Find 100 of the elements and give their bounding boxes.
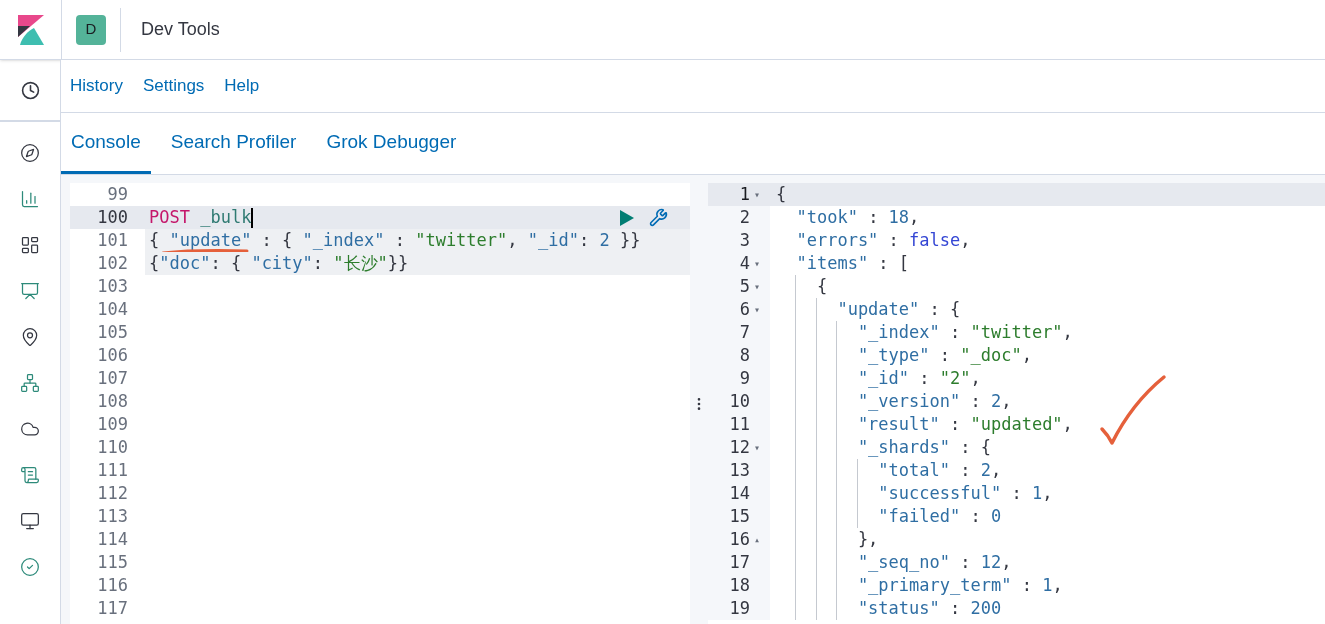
code-token: "_version" xyxy=(857,390,961,413)
map-pin-icon[interactable] xyxy=(20,327,40,347)
line-number: 113 xyxy=(97,506,128,526)
code-token: : xyxy=(959,551,972,574)
tab[interactable]: Grok Debugger xyxy=(316,113,467,174)
code-token: "_shards" xyxy=(857,436,950,459)
line-number: 5 xyxy=(739,275,750,298)
code-token: "status" xyxy=(857,597,940,620)
space-avatar[interactable]: D xyxy=(76,14,106,45)
logo-icon[interactable] xyxy=(17,14,44,45)
check-circle-icon[interactable] xyxy=(20,557,40,577)
code-token: 0 xyxy=(990,505,1002,528)
code-token: : xyxy=(867,206,880,229)
line-number: 8 xyxy=(739,344,750,367)
code-token: _bulk xyxy=(199,206,252,229)
presentation-icon[interactable] xyxy=(20,281,40,301)
code-token: }} xyxy=(387,252,409,275)
fold-toggle[interactable]: ▾ xyxy=(754,258,764,269)
wrench-icon[interactable] xyxy=(649,208,668,227)
code-token: , xyxy=(507,229,519,252)
code-token: : xyxy=(393,229,406,252)
code-token: { xyxy=(149,229,161,252)
code-token: { xyxy=(776,183,787,206)
code-token: : xyxy=(1010,482,1023,505)
page-title: Dev Tools xyxy=(141,18,220,41)
line-number: 7 xyxy=(739,321,750,344)
code-token: "_id" xyxy=(527,229,579,252)
line-number: 109 xyxy=(97,414,128,434)
line-number: 16 xyxy=(729,528,750,551)
line-number: 19 xyxy=(729,597,750,620)
code-token: 200 xyxy=(970,597,1002,620)
code-token: : xyxy=(959,459,972,482)
line-number: 111 xyxy=(97,460,128,480)
line-number: 3 xyxy=(739,229,750,252)
line-number: 2 xyxy=(739,206,750,229)
code-token: "updated" xyxy=(970,413,1063,436)
code-token: 2 xyxy=(599,229,610,252)
fold-toggle[interactable]: ▴ xyxy=(754,534,764,545)
code-token: "city" xyxy=(251,252,313,275)
scroll-icon[interactable] xyxy=(20,465,40,485)
code-token: "errors" xyxy=(796,229,879,252)
network-icon[interactable] xyxy=(20,373,40,393)
fold-toggle[interactable]: ▾ xyxy=(754,281,764,292)
code-token: : { xyxy=(928,298,961,321)
dashboard-icon[interactable] xyxy=(20,235,40,255)
code-token: , xyxy=(1001,390,1012,413)
code-token: "_seq_no" xyxy=(857,551,950,574)
tab[interactable]: Console xyxy=(61,113,151,174)
line-number: 117 xyxy=(97,598,128,618)
monitor-icon[interactable] xyxy=(20,511,40,531)
nav-link[interactable]: Settings xyxy=(142,73,205,99)
code-token: : xyxy=(969,505,982,528)
line-number: 115 xyxy=(97,552,128,572)
code-token: 1 xyxy=(1031,482,1043,505)
fold-toggle[interactable]: ▾ xyxy=(754,442,764,453)
fold-toggle[interactable]: ▾ xyxy=(754,304,764,315)
code-token: 2 xyxy=(990,390,1002,413)
line-number: 112 xyxy=(97,483,128,503)
code-token: , xyxy=(1001,551,1012,574)
code-token: : xyxy=(969,390,982,413)
code-token: : xyxy=(918,367,931,390)
line-number: 12 xyxy=(729,436,750,459)
compass-icon[interactable] xyxy=(20,143,40,163)
nav-link[interactable]: History xyxy=(70,73,123,99)
line-number: 108 xyxy=(97,391,128,411)
code-token: : xyxy=(949,413,962,436)
line-number: 103 xyxy=(97,276,128,296)
code-token: }} xyxy=(618,229,641,252)
line-number: 10 xyxy=(729,390,750,413)
code-token: 18 xyxy=(888,206,910,229)
code-token: "长沙" xyxy=(333,252,388,275)
code-token: "twitter" xyxy=(415,229,508,252)
code-token: "_type" xyxy=(857,344,930,367)
chart-icon[interactable] xyxy=(20,189,40,209)
line-number: 114 xyxy=(97,529,128,549)
play-icon[interactable] xyxy=(619,208,635,227)
fold-toggle[interactable]: ▾ xyxy=(754,189,764,200)
code-token: "total" xyxy=(878,459,950,482)
line-number: 18 xyxy=(729,574,750,597)
code-token: , xyxy=(990,459,1002,482)
code-token: 2 xyxy=(980,459,991,482)
nav-link[interactable]: Help xyxy=(224,73,260,99)
code-token: : xyxy=(887,229,900,252)
line-number: 99 xyxy=(107,184,128,204)
line-number: 17 xyxy=(729,551,750,574)
line-number: 9 xyxy=(739,367,750,390)
code-token: , xyxy=(909,206,920,229)
code-token: "2" xyxy=(939,367,971,390)
code-token: false xyxy=(909,229,961,252)
code-token: "failed" xyxy=(878,505,961,528)
request-editor[interactable]: 99 100 POST _bulk 101 { "update" : { "_index" : "twitter", "_id": 2 }} 102 {"doc": { "city": "长沙"}} 103 104 105 106 107 108 109 110 111 112 113 114 115 116 117 xyxy=(70,183,690,624)
code-token: "_index" xyxy=(302,229,385,252)
code-token: "_doc" xyxy=(960,344,1022,367)
line-number: 105 xyxy=(97,322,128,342)
tab[interactable]: Search Profiler xyxy=(160,113,307,174)
code-token: "_index" xyxy=(857,321,940,344)
code-token: "successful" xyxy=(878,482,1002,505)
code-token: "doc" xyxy=(159,252,211,275)
clock-icon[interactable] xyxy=(20,80,40,100)
line-number: 104 xyxy=(97,299,128,319)
